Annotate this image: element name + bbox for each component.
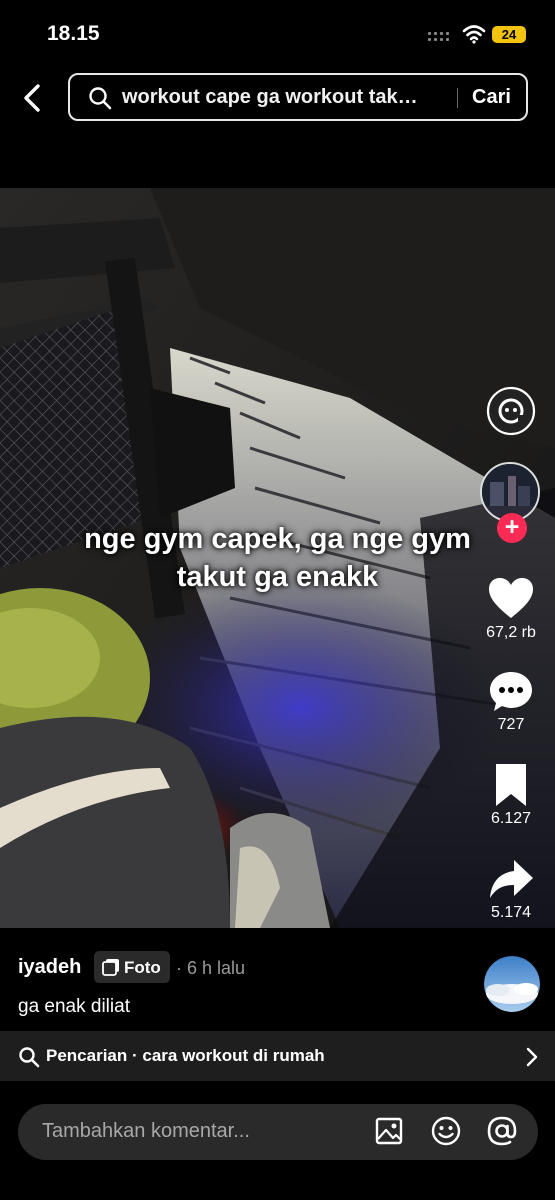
related-search-text[interactable]: Pencarian · cara workout di rumah [46,1046,325,1066]
search-icon [89,87,112,110]
like-count: 67,2 rb [486,624,536,641]
wifi-icon [462,25,486,44]
photo-overlay-text: nge gym capek, ga nge gym takut ga enakk [84,523,471,593]
ai-assistant-icon[interactable] [486,386,536,436]
image-icon[interactable] [374,1116,404,1146]
battery-indicator: 24 [492,26,526,43]
status-time: 18.15 [47,22,100,45]
share-arrow-icon[interactable] [486,854,536,904]
back-arrow-icon[interactable] [18,82,48,114]
share-count: 5.174 [490,904,532,921]
search-button[interactable]: Cari [472,86,511,109]
signal-icon [428,32,454,42]
emoji-icon[interactable] [430,1115,462,1147]
photo-type-label: Foto [124,958,161,977]
bookmark-icon[interactable] [486,760,536,810]
search-icon [19,1047,40,1068]
follow-button[interactable]: + [497,513,527,543]
photo-stack-icon [102,959,119,976]
post-time: · 6 h lalu [176,958,246,978]
music-disc-icon[interactable] [484,956,540,1012]
comment-input[interactable]: Tambahkan komentar... [42,1120,250,1143]
comment-icon[interactable] [486,668,536,718]
mention-icon[interactable] [486,1115,518,1147]
comment-count: 727 [497,716,525,733]
save-count: 6.127 [490,810,532,827]
chevron-right-icon[interactable] [524,1046,540,1068]
like-heart-icon[interactable] [486,574,536,624]
search-query[interactable]: workout cape ga workout tak… [122,86,452,109]
search-divider [457,88,458,108]
post-description: ga enak diliat [18,996,130,1017]
username[interactable]: iyadeh [18,956,81,979]
